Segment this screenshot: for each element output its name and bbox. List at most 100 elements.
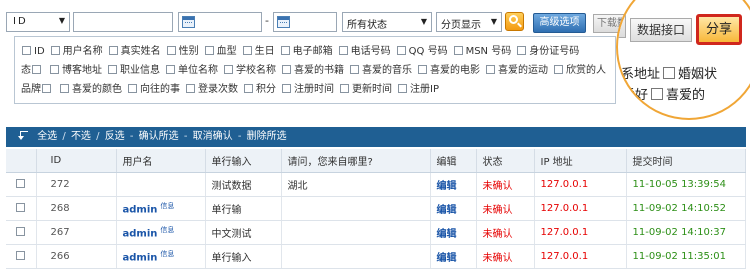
field-label: MSN 号码 [465,46,512,57]
field-option[interactable]: 性别 [166,46,199,57]
field-checkbox[interactable] [282,84,291,93]
field-option[interactable]: 职业信息 [107,65,160,76]
id-field-select[interactable]: ID ▼ [6,12,70,32]
field-checkbox[interactable] [166,46,176,55]
field-option[interactable]: 喜爱的音乐 [349,65,412,76]
field-option[interactable]: 用户名称 [50,46,103,57]
field-option[interactable]: 血型 [204,46,237,57]
field-checkbox[interactable] [486,65,495,74]
field-checkbox[interactable] [282,65,291,74]
field-checkbox[interactable] [398,84,407,93]
user-info-link[interactable]: 信息 [160,250,174,258]
field-checkbox[interactable] [22,46,31,55]
row-checkbox[interactable] [16,202,26,212]
field-option[interactable]: 喜爱的书籍 [281,65,344,76]
delete-selected-link[interactable]: 删除所选 [247,131,287,142]
advanced-options-button[interactable]: 高级选项 [533,13,586,33]
field-checkbox[interactable] [186,84,195,93]
deselect-link[interactable]: 不选 [71,131,91,142]
field-option[interactable]: 电话号码 [338,46,391,57]
field-checkbox[interactable] [42,84,51,93]
select-all-link[interactable]: 全选 [37,131,57,142]
row-checkbox[interactable] [16,178,26,188]
data-api-button[interactable]: 数据接口 [630,18,692,42]
field-checkbox[interactable] [108,65,117,74]
field-checkbox[interactable] [32,65,41,74]
field-checkbox[interactable] [350,65,359,74]
field-option[interactable]: 品牌 [21,84,54,95]
edit-link[interactable]: 编辑 [437,181,457,192]
field-label: 电话号码 [350,46,391,57]
username-link[interactable]: admin [123,228,158,239]
field-checkbox[interactable] [517,46,527,55]
calendar-icon[interactable] [182,16,195,28]
start-date-input[interactable] [178,12,262,32]
user-info-link[interactable]: 信息 [160,226,174,234]
field-option[interactable]: 态 [21,65,44,76]
field-checkbox[interactable] [242,46,252,55]
status-select[interactable]: 所有状态 ▼ [342,12,432,32]
cell-question [281,196,431,221]
field-option[interactable]: 欣赏的人 [553,65,606,76]
share-button[interactable]: 分享 [696,14,742,45]
pagination-select[interactable]: 分页显示 ▼ [436,12,502,32]
field-option[interactable]: QQ 号码 [396,46,448,57]
user-info-link[interactable]: 信息 [160,202,174,210]
field-checkbox[interactable] [418,65,427,74]
field-option[interactable]: 登录次数 [185,84,238,95]
field-option[interactable]: 真实姓名 [108,46,161,57]
edit-link[interactable]: 编辑 [437,229,457,240]
field-option[interactable]: 学校名称 [223,65,276,76]
field-checkbox[interactable] [338,46,348,55]
field-option[interactable]: 积分 [243,84,276,95]
row-checkbox[interactable] [16,226,26,236]
field-option[interactable]: 生日 [242,46,275,57]
field-option[interactable]: MSN 号码 [453,46,512,57]
field-label: 单位名称 [178,65,218,76]
cancel-confirm-link[interactable]: 取消确认 [193,131,233,142]
field-checkbox[interactable] [224,65,233,74]
field-option[interactable]: 向往的事 [127,84,180,95]
username-link[interactable]: admin [123,204,158,215]
field-checkbox[interactable] [244,84,253,93]
end-date-input[interactable] [273,12,337,32]
field-option[interactable]: 更新时间 [339,84,392,95]
field-option[interactable]: 身份证号码 [516,46,579,57]
field-checkbox[interactable] [50,65,59,74]
field-option[interactable]: 喜爱的颜色 [59,84,122,95]
field-checkbox[interactable] [340,84,349,93]
field-checkbox[interactable] [204,46,214,55]
field-option[interactable]: 喜爱的电影 [417,65,480,76]
field-checkbox[interactable] [554,65,563,74]
cell-edit: 编辑 [430,196,477,221]
row-checkbox[interactable] [16,250,26,260]
field-checkbox[interactable] [166,65,175,74]
field-option[interactable]: 博客地址 [49,65,102,76]
field-checkbox[interactable] [280,46,290,55]
id-search-input[interactable] [73,12,173,32]
field-checkbox[interactable] [108,46,118,55]
field-checkbox[interactable] [651,88,664,100]
download-data-button-zoomed[interactable] [618,12,626,38]
field-option[interactable]: 注册时间 [281,84,334,95]
confirm-selected-link[interactable]: 确认所选 [139,131,179,142]
edit-link[interactable]: 编辑 [437,253,457,264]
username-link[interactable]: admin [123,252,158,263]
edit-link[interactable]: 编辑 [437,205,457,216]
calendar-icon[interactable] [277,16,290,28]
field-option[interactable]: 注册IP [397,84,439,95]
field-checkbox[interactable] [453,46,463,55]
search-button[interactable] [505,12,524,31]
cell-id: 267 [36,220,117,245]
field-checkbox[interactable] [396,46,406,55]
field-option[interactable]: ID [21,46,45,57]
field-option[interactable]: 电子邮箱 [280,46,333,57]
invert-selection-link[interactable]: 反选 [105,131,125,142]
field-checkbox[interactable] [663,67,676,79]
field-option[interactable]: 喜爱的运动 [485,65,548,76]
field-checkbox[interactable] [60,84,69,93]
chevron-down-icon: ▼ [420,17,427,26]
field-option[interactable]: 单位名称 [165,65,218,76]
field-checkbox[interactable] [50,46,60,55]
field-checkbox[interactable] [128,84,137,93]
